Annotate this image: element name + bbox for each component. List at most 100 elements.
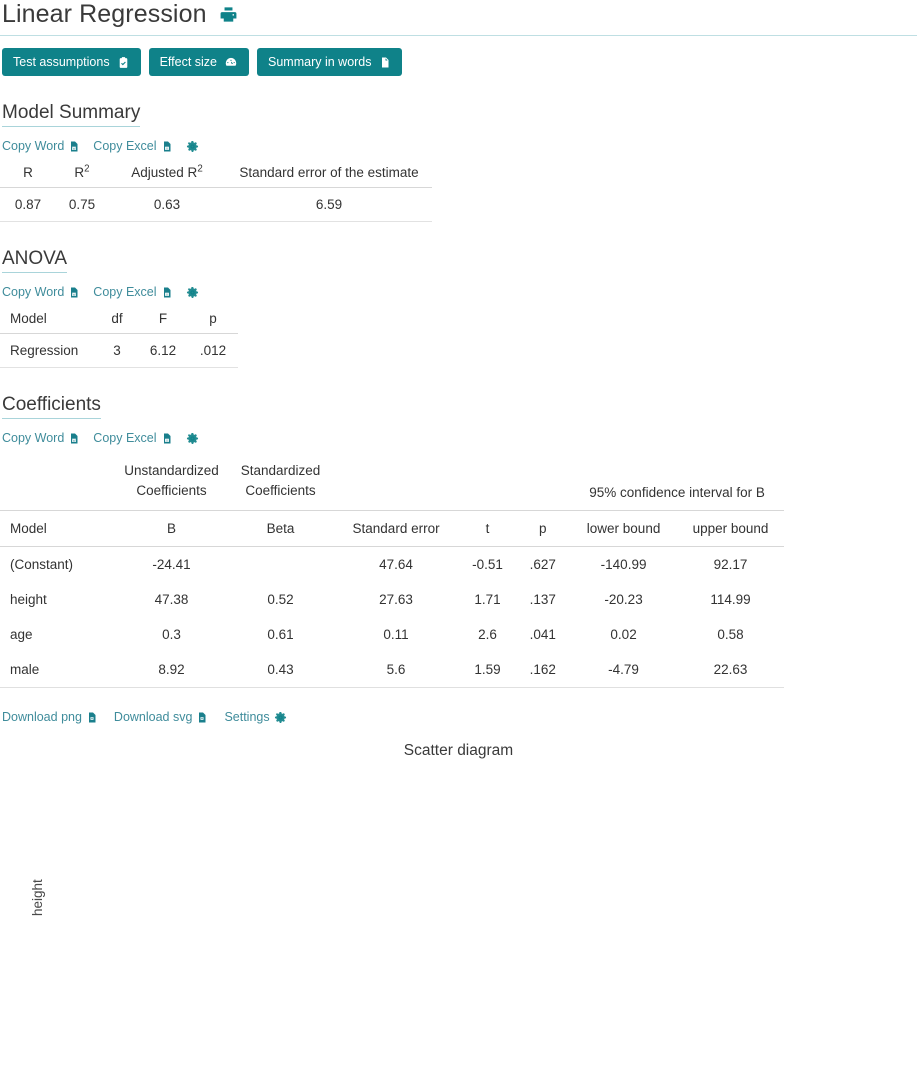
- group-unstandardized-coefficients: Unstandardized Coefficients: [114, 451, 229, 512]
- copy-word-label: Copy Word: [2, 139, 65, 153]
- cell-b: 8.92: [114, 652, 229, 689]
- copy-excel-link-coefficients[interactable]: Copy Excel X: [93, 431, 172, 445]
- cell-beta: 0.43: [228, 652, 333, 689]
- page-title: Linear Regression: [2, 0, 207, 28]
- cell-standard-error: 0.11: [383, 627, 409, 643]
- svg-text:X: X: [166, 438, 168, 442]
- table-row: (Constant) -24.41 47.64 -0.51 .627 -140.…: [0, 547, 784, 583]
- table-header-row: Model df F p: [0, 305, 238, 334]
- col-lower-bound: lower bound: [570, 510, 677, 548]
- svg-text:X: X: [166, 146, 168, 150]
- cell-model: (Constant): [10, 557, 74, 573]
- col-adjusted-r-squared: Adjusted R2: [108, 159, 226, 188]
- anova-copy-row: Copy Word W Copy Excel X: [2, 285, 917, 299]
- coefficients-heading: Coefficients: [2, 394, 101, 419]
- copy-word-link-model-summary[interactable]: Copy Word W: [2, 139, 80, 153]
- cell-lower-bound: 0.02: [610, 627, 637, 643]
- coefficients-table: Unstandardized Coefficients Standardized…: [0, 451, 784, 689]
- copy-word-label: Copy Word: [2, 431, 65, 445]
- gear-icon-model-summary[interactable]: [186, 140, 199, 153]
- copy-excel-link-model-summary[interactable]: Copy Excel X: [93, 139, 172, 153]
- col-p: p: [188, 305, 238, 334]
- cell-lower-bound: -140.99: [600, 557, 647, 573]
- effect-size-button[interactable]: Effect size: [148, 48, 250, 76]
- cell-b: 0.3: [162, 627, 181, 643]
- table-header-row: Model B Beta Standard error t p lower bo…: [0, 510, 784, 548]
- cell-b: -24.41: [152, 557, 191, 573]
- word-file-icon: W: [68, 286, 80, 299]
- gear-icon-coefficients[interactable]: [186, 432, 199, 445]
- group-spacer-t: [459, 451, 516, 512]
- model-summary-heading: Model Summary: [2, 102, 141, 127]
- cell-model: age: [10, 627, 33, 643]
- copy-word-link-anova[interactable]: Copy Word W: [2, 285, 80, 299]
- cell-lower-bound: -4.79: [570, 652, 677, 689]
- cell-standard-error: 5.6: [332, 652, 460, 689]
- col-upper-bound: upper bound: [676, 510, 784, 548]
- table-header-row: R R2 Adjusted R2 Standard error of the e…: [0, 159, 432, 188]
- gauge-icon: [224, 55, 238, 69]
- table-group-header-row: Unstandardized Coefficients Standardized…: [0, 451, 784, 512]
- chart-title: Scatter diagram: [403, 742, 514, 760]
- printer-icon[interactable]: [219, 5, 238, 24]
- scatter-plot-matrix: height 1.9 1.8 1.7 1.6 1.5 80: [0, 766, 917, 1008]
- excel-file-icon: X: [161, 286, 173, 299]
- chart-toolbar: Download png Download svg Settings: [2, 710, 917, 724]
- copy-excel-link-anova[interactable]: Copy Excel X: [93, 285, 172, 299]
- col-r-squared: R2: [56, 159, 108, 188]
- cell-t: 1.59: [459, 652, 516, 689]
- linear-regression-results-page: Linear Regression Test assumptions Effec…: [0, 0, 917, 1086]
- anova-section: ANOVA Copy Word W Copy Excel X Model df …: [0, 248, 917, 368]
- gear-icon-chart: [274, 711, 287, 724]
- col-beta: Beta: [228, 510, 333, 548]
- group-spacer: [0, 451, 115, 512]
- cell-model: Regression: [0, 333, 96, 368]
- summary-in-words-button[interactable]: Summary in words: [257, 48, 402, 76]
- anova-table: Model df F p Regression 3 6.12 .012: [0, 305, 238, 368]
- cell-adjusted-r-squared: 0.63: [108, 187, 226, 222]
- y-axis-label: height: [30, 879, 45, 917]
- cell-upper-bound: 114.99: [710, 592, 751, 608]
- svg-text:W: W: [73, 292, 76, 296]
- test-assumptions-button[interactable]: Test assumptions: [2, 48, 141, 76]
- cell-upper-bound: 22.63: [676, 652, 784, 689]
- svg-text:W: W: [73, 146, 76, 150]
- clipboard-check-icon: [117, 56, 130, 69]
- cell-model: male: [0, 652, 115, 689]
- cell-t: 1.71: [474, 592, 501, 608]
- cell-model: height: [10, 592, 47, 608]
- cell-t: -0.51: [472, 557, 503, 573]
- document-icon: [379, 56, 391, 69]
- download-png-label: Download png: [2, 710, 82, 725]
- cell-beta: 0.52: [267, 592, 294, 608]
- cell-b: 47.38: [154, 592, 189, 608]
- group-spacer-p: [515, 451, 571, 512]
- col-model: Model: [0, 305, 96, 334]
- svg-text:W: W: [73, 438, 76, 442]
- effect-size-label: Effect size: [159, 55, 218, 69]
- model-summary-section: Model Summary Copy Word W Copy Excel X R…: [0, 102, 917, 222]
- test-assumptions-label: Test assumptions: [13, 55, 110, 69]
- cell-lower-bound: -20.23: [604, 592, 643, 608]
- col-r: R: [0, 159, 56, 188]
- svg-text:X: X: [166, 292, 168, 296]
- download-png-link[interactable]: Download png: [2, 710, 98, 724]
- cell-standard-error: 6.59: [226, 187, 432, 222]
- model-summary-copy-row: Copy Word W Copy Excel X: [2, 139, 917, 153]
- col-standard-error: Standard error of the estimate: [226, 159, 432, 188]
- cell-upper-bound: 0.58: [717, 627, 744, 643]
- table-row: age 0.3 0.61 0.11 2.6 .041 0.02 0.58: [0, 617, 784, 652]
- col-t: t: [459, 510, 516, 548]
- word-file-icon: W: [68, 140, 80, 153]
- copy-excel-label: Copy Excel: [93, 431, 157, 445]
- group-standardized-coefficients: Standardized Coefficients: [228, 451, 333, 512]
- copy-word-link-coefficients[interactable]: Copy Word W: [2, 431, 80, 445]
- copy-excel-label: Copy Excel: [93, 285, 157, 299]
- anova-heading: ANOVA: [2, 248, 68, 273]
- table-row: height 47.38 0.52 27.63 1.71 .137 -20.23…: [0, 582, 784, 617]
- model-summary-table: R R2 Adjusted R2 Standard error of the e…: [0, 159, 432, 222]
- download-svg-link[interactable]: Download svg: [114, 710, 209, 724]
- gear-icon-anova[interactable]: [186, 286, 199, 299]
- chart-settings-link[interactable]: Settings: [224, 710, 286, 724]
- table-row: Regression 3 6.12 .012: [0, 333, 238, 368]
